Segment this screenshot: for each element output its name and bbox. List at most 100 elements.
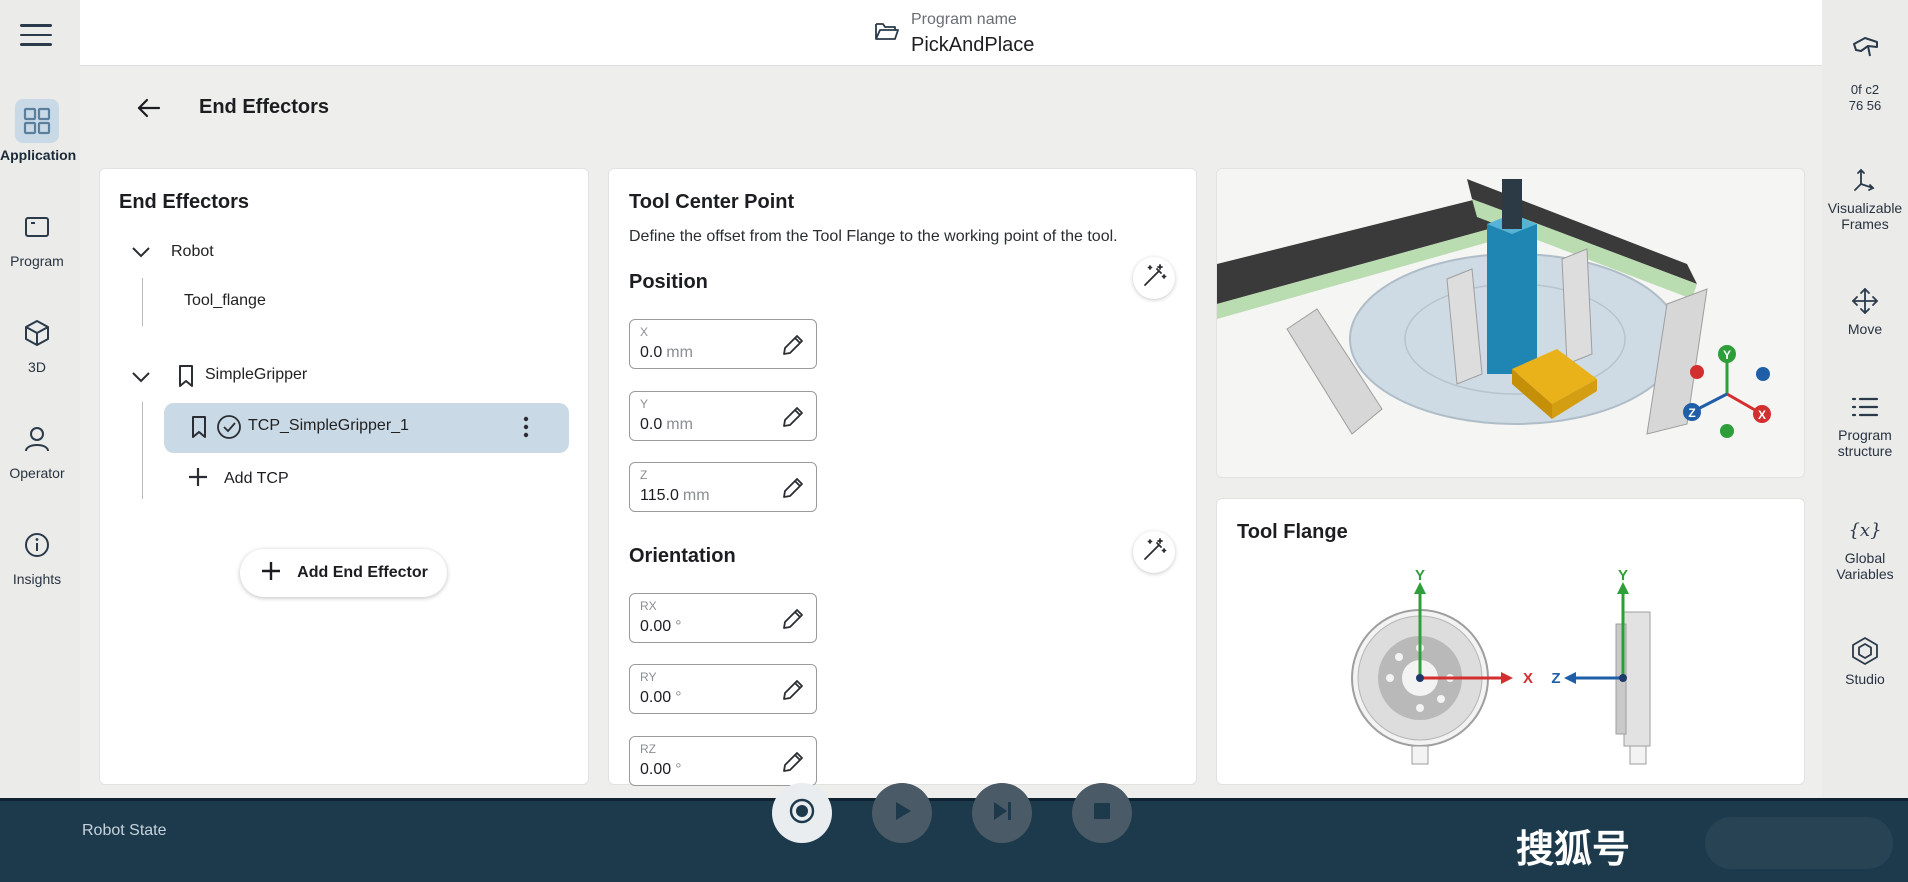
orientation-ry-field[interactable]: RY 0.00 ° <box>629 664 817 714</box>
pencil-icon[interactable] <box>780 404 806 435</box>
watermark: 搜狐号 <box>1516 827 1631 871</box>
end-effectors-title: End Effectors <box>119 191 250 213</box>
tree-item-tool-flange[interactable]: Tool_flange <box>184 292 266 310</box>
nav-label-line1: Visualizable <box>1827 200 1903 216</box>
field-value: 0.0 <box>640 344 663 361</box>
nav-label-line2: Frames <box>1841 216 1889 232</box>
tree-connector <box>142 402 143 499</box>
field-label: RY <box>640 670 657 684</box>
variable-icon: {x} <box>1822 514 1908 546</box>
nav-label-line1: Global <box>1844 550 1886 566</box>
step-button[interactable] <box>972 783 1032 843</box>
add-tcp-button[interactable]: Add TCP <box>186 465 289 493</box>
chevron-down-icon[interactable] <box>130 369 152 390</box>
record-icon <box>788 797 816 830</box>
position-x-field[interactable]: X 0.0 mm <box>629 319 817 369</box>
nav-item-studio[interactable]: Studio <box>1822 635 1908 687</box>
nav-item-program-structure[interactable]: Program structure <box>1822 391 1908 459</box>
add-tcp-label: Add TCP <box>224 470 289 487</box>
field-value: 0.00 <box>640 618 672 635</box>
robot-connection-icon[interactable] <box>1851 34 1881 65</box>
nav-item-visualizable-frames[interactable]: Visualizable Frames <box>1822 164 1908 232</box>
nav-label: Move <box>1847 321 1883 337</box>
field-value-wrap: 115.0 mm <box>640 487 710 505</box>
nav-label: Insights <box>12 571 62 587</box>
frames-icon <box>1822 164 1908 196</box>
robot-cell-scene: Y X Z <box>1217 179 1771 438</box>
pencil-icon[interactable] <box>780 749 806 780</box>
orientation-rz-field[interactable]: RZ 0.00 ° <box>629 736 817 786</box>
tool-flange-title: Tool Flange <box>1237 521 1348 543</box>
move-icon <box>1822 285 1908 317</box>
check-circle-icon <box>216 414 242 445</box>
info-icon <box>15 523 59 567</box>
nav-item-operator[interactable]: Operator <box>0 417 74 481</box>
nav-label: Global Variables <box>1822 550 1908 582</box>
field-label: X <box>640 325 649 339</box>
nav-item-global-variables[interactable]: {x} Global Variables <box>1822 514 1908 582</box>
add-end-effector-button[interactable]: Add End Effector <box>240 549 447 597</box>
tree-connector <box>142 278 143 326</box>
nav-label: Visualizable Frames <box>1822 200 1908 232</box>
3d-view-panel[interactable]: Y X Z <box>1216 168 1805 478</box>
studio-icon <box>1822 635 1908 667</box>
program-name[interactable]: PickAndPlace <box>911 34 1034 57</box>
nav-label-line1: Program <box>1838 427 1892 443</box>
page-title: End Effectors <box>199 96 330 118</box>
bookmark-icon <box>176 364 196 393</box>
magic-wand-icon <box>1141 537 1167 568</box>
nav-item-3d[interactable]: 3D <box>0 311 74 375</box>
robot-id: 0f c2 76 56 <box>1822 82 1908 114</box>
flange-side-axis-y-label: Y <box>1618 568 1628 584</box>
field-unit: ° <box>675 761 682 778</box>
play-icon <box>888 797 916 830</box>
robot-state-label[interactable]: Robot State <box>82 822 167 840</box>
robot-id-line2: 76 56 <box>1848 98 1882 113</box>
play-button[interactable] <box>872 783 932 843</box>
nav-item-insights[interactable]: Insights <box>0 523 74 587</box>
program-icon <box>15 205 59 249</box>
position-z-field[interactable]: Z 115.0 mm <box>629 462 817 512</box>
field-unit: mm <box>666 344 693 361</box>
nav-label: Operator <box>9 465 65 481</box>
status-pill[interactable] <box>1705 817 1893 869</box>
position-title: Position <box>629 271 708 293</box>
menu-icon[interactable] <box>20 24 52 48</box>
nav-item-program[interactable]: Program <box>0 205 74 269</box>
nav-item-move[interactable]: Move <box>1822 285 1908 337</box>
bookmark-icon <box>189 415 209 444</box>
tree-item-robot[interactable]: Robot <box>171 243 214 261</box>
tree-item-simple-gripper[interactable]: SimpleGripper <box>205 366 307 384</box>
field-value: 115.0 <box>640 487 679 504</box>
pencil-icon[interactable] <box>780 606 806 637</box>
pencil-icon[interactable] <box>780 475 806 506</box>
robot-id-line1: 0f c2 <box>1850 82 1880 97</box>
nav-label-line2: Variables <box>1836 566 1894 582</box>
field-label: Z <box>640 468 648 482</box>
chevron-down-icon[interactable] <box>130 244 152 265</box>
magic-wand-button[interactable] <box>1133 257 1175 299</box>
back-arrow-icon[interactable] <box>136 96 162 125</box>
stop-button[interactable] <box>1072 783 1132 843</box>
magic-wand-icon <box>1141 263 1167 294</box>
nav-label: Application <box>0 147 77 163</box>
position-y-field[interactable]: Y 0.0 mm <box>629 391 817 441</box>
nav-label: Program <box>10 253 64 269</box>
field-value-wrap: 0.0 mm <box>640 344 693 362</box>
step-forward-icon <box>988 797 1016 830</box>
plus-icon <box>259 559 283 588</box>
magic-wand-button[interactable] <box>1133 531 1175 573</box>
tool-flange-front-diagram: Y X <box>1351 568 1533 765</box>
pencil-icon[interactable] <box>780 332 806 363</box>
tcp-name: TCP_SimpleGripper_1 <box>248 417 409 434</box>
nav-item-application[interactable]: Application <box>0 99 77 163</box>
flange-axis-x-label: X <box>1523 670 1533 687</box>
orientation-title: Orientation <box>629 545 736 567</box>
record-button[interactable] <box>772 783 832 843</box>
nav-label: 3D <box>28 359 46 375</box>
user-icon <box>15 417 59 461</box>
orientation-rx-field[interactable]: RX 0.00 ° <box>629 593 817 643</box>
pencil-icon[interactable] <box>780 677 806 708</box>
more-options-icon[interactable] <box>516 414 536 445</box>
flange-axis-y-label: Y <box>1415 568 1425 584</box>
